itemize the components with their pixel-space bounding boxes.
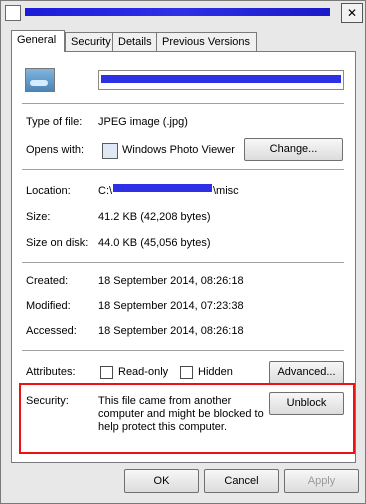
accessed-value: 18 September 2014, 08:26:18 xyxy=(98,325,244,337)
cancel-button[interactable]: Cancel xyxy=(204,469,279,493)
close-button[interactable]: ✕ xyxy=(341,3,363,23)
properties-dialog: ✕ General Security Details Previous Vers… xyxy=(0,0,366,504)
file-name-input[interactable] xyxy=(98,70,344,90)
created-value: 18 September 2014, 08:26:18 xyxy=(98,275,244,287)
type-of-file-label: Type of file: xyxy=(26,116,83,128)
modified-label: Modified: xyxy=(26,300,71,312)
file-name-redacted xyxy=(101,75,341,83)
ok-button[interactable]: OK xyxy=(124,469,199,493)
size-on-disk-label: Size on disk: xyxy=(26,237,89,249)
opens-with-value: Windows Photo Viewer xyxy=(122,144,235,156)
location-label: Location: xyxy=(26,185,71,197)
tab-general[interactable]: General xyxy=(11,30,65,52)
change-button[interactable]: Change... xyxy=(244,138,343,161)
photo-viewer-icon xyxy=(102,143,118,159)
apply-button[interactable]: Apply xyxy=(284,469,359,493)
security-highlight-box xyxy=(19,383,355,454)
size-label: Size: xyxy=(26,211,51,223)
hidden-checkbox[interactable] xyxy=(180,366,193,379)
type-of-file-value: JPEG image (.jpg) xyxy=(98,116,188,128)
file-icon xyxy=(5,5,21,21)
divider xyxy=(22,262,344,263)
modified-value: 18 September 2014, 07:23:38 xyxy=(98,300,244,312)
image-file-icon xyxy=(25,68,55,92)
tab-security[interactable]: Security xyxy=(65,32,114,51)
divider xyxy=(22,169,344,170)
attributes-label: Attributes: xyxy=(26,366,76,378)
opens-with-label: Opens with: xyxy=(26,144,85,156)
tab-previous-versions[interactable]: Previous Versions xyxy=(156,32,257,51)
title-bar[interactable]: ✕ xyxy=(1,1,365,25)
location-redacted xyxy=(113,184,212,192)
created-label: Created: xyxy=(26,275,69,287)
size-on-disk-value: 44.0 KB (45,056 bytes) xyxy=(98,237,211,249)
divider xyxy=(22,350,344,351)
accessed-label: Accessed: xyxy=(26,325,77,337)
hidden-label: Hidden xyxy=(198,366,233,378)
tab-details[interactable]: Details xyxy=(112,32,158,51)
readonly-label: Read-only xyxy=(118,366,169,378)
window-title-redacted xyxy=(25,8,330,16)
divider xyxy=(22,103,344,104)
advanced-button[interactable]: Advanced... xyxy=(269,361,344,384)
readonly-checkbox[interactable] xyxy=(100,366,113,379)
location-prefix: C:\ xyxy=(98,185,113,197)
size-value: 41.2 KB (42,208 bytes) xyxy=(98,211,211,223)
location-suffix: \misc xyxy=(213,185,239,197)
